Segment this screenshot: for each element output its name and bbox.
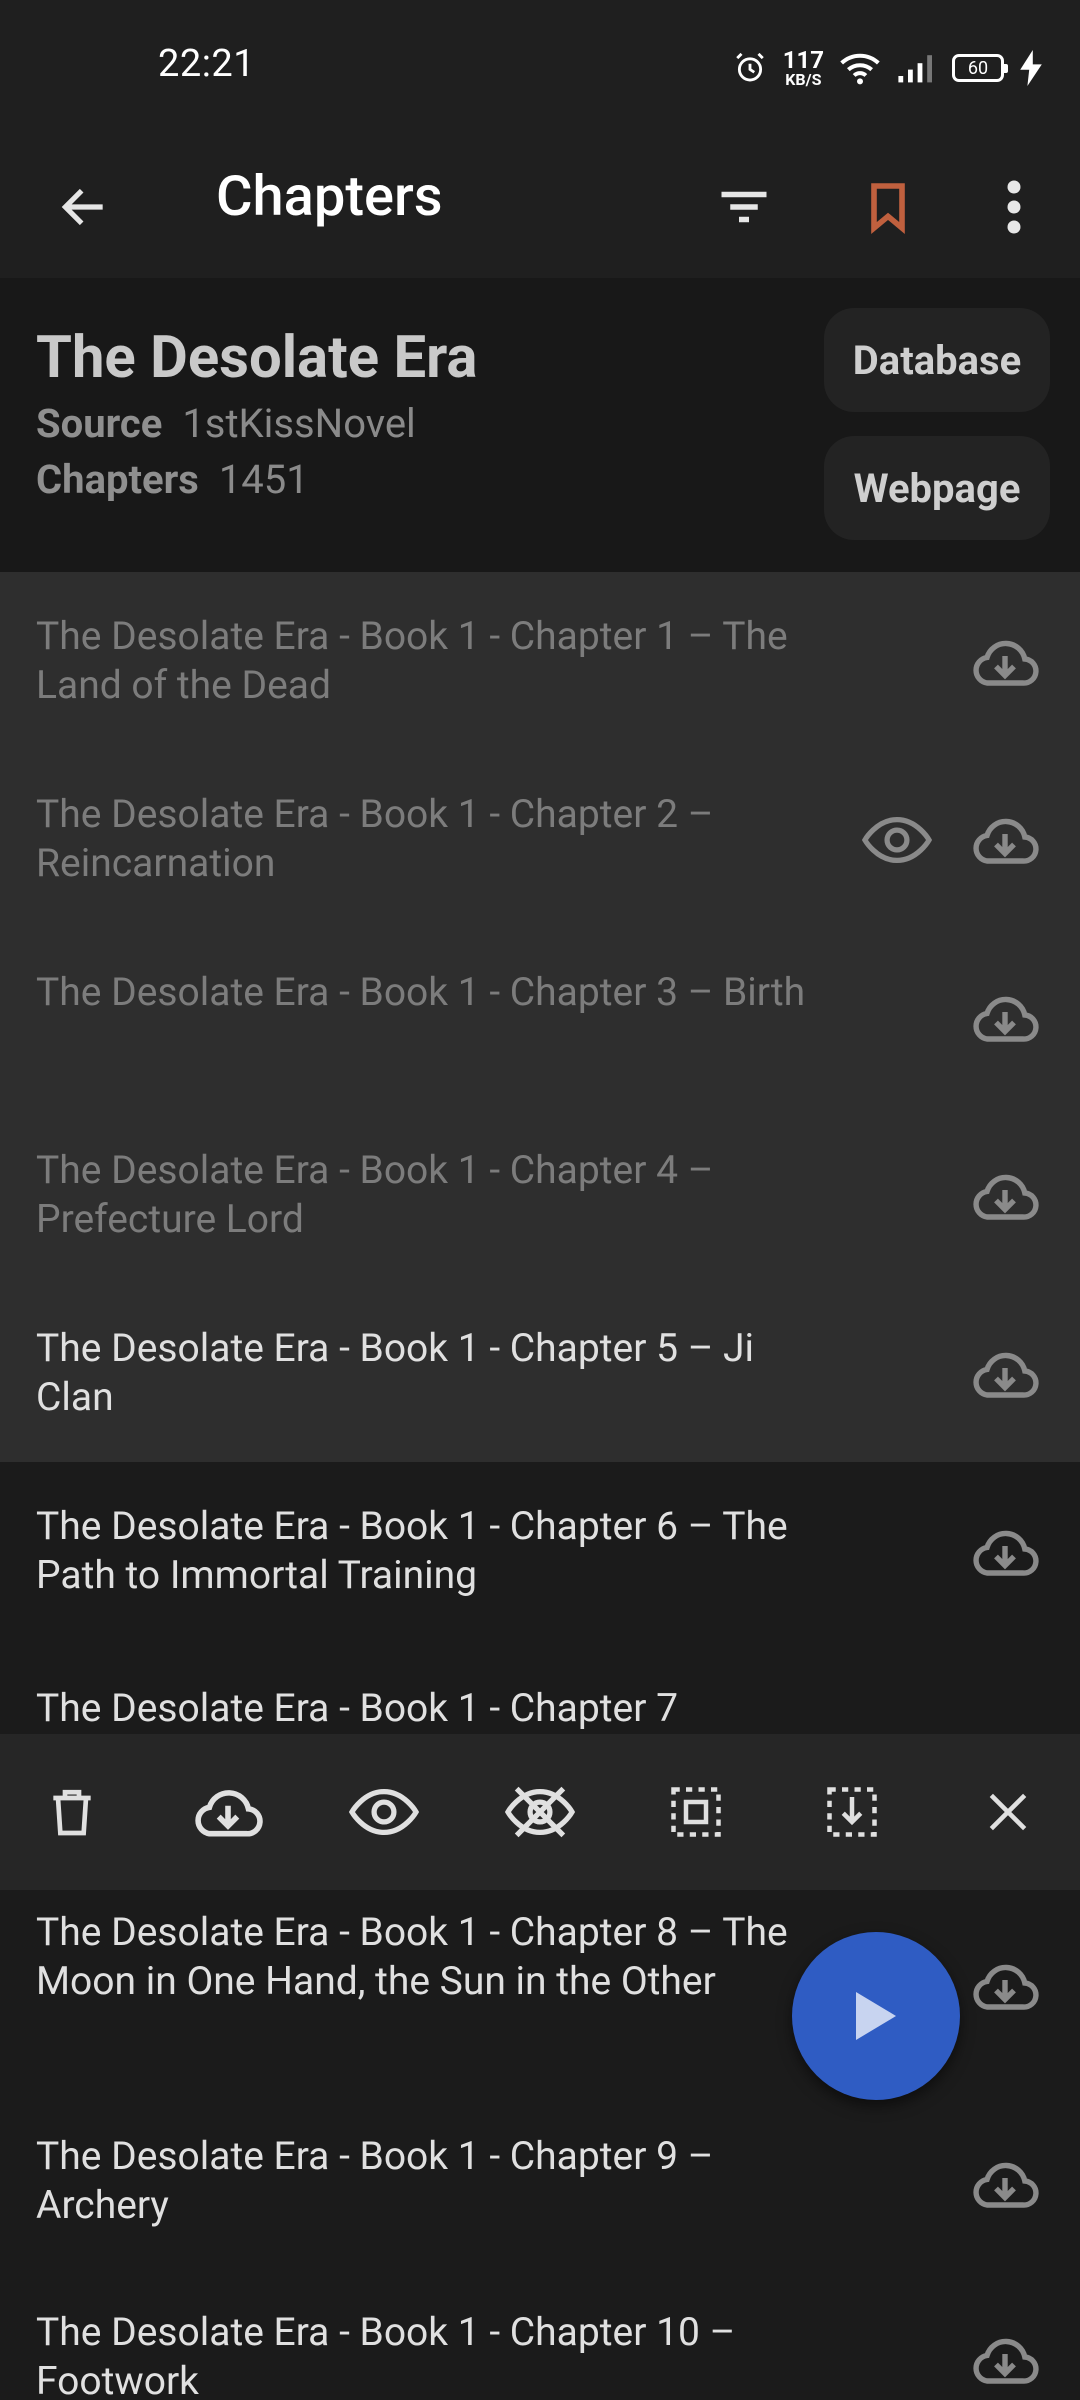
- chapter-title: The Desolate Era - Book 1 - Chapter 2 – …: [36, 791, 714, 886]
- close-icon: [989, 1793, 1027, 1831]
- chapter-title: The Desolate Era - Book 1 - Chapter 4 – …: [36, 1147, 714, 1242]
- alarm-icon: [735, 52, 764, 82]
- cloud-download-icon: [973, 1352, 1039, 1398]
- charging-icon: [1020, 50, 1042, 86]
- chapter-title: The Desolate Era - Book 1 - Chapter 6 – …: [36, 1503, 788, 1598]
- mark-read-button[interactable]: [340, 1768, 428, 1856]
- chapter-row[interactable]: The Desolate Era - Book 1 - Chapter 2 – …: [0, 750, 1080, 928]
- close-selection-button[interactable]: [964, 1768, 1052, 1856]
- cloud-download-icon: [973, 640, 1039, 686]
- source-info: Source 1stKissNovel: [36, 400, 416, 447]
- cloud-download-icon: [973, 2338, 1039, 2384]
- delete-button[interactable]: [28, 1768, 116, 1856]
- download-button[interactable]: [960, 1334, 1050, 1414]
- webpage-button[interactable]: Webpage: [824, 436, 1050, 540]
- chapter-title: The Desolate Era - Book 1 - Chapter 7: [36, 1685, 679, 1731]
- cloud-download-icon: [973, 1964, 1039, 2010]
- download-button[interactable]: [960, 2320, 1050, 2400]
- cloud-download-icon: [973, 1530, 1039, 1576]
- status-time: 22:21: [158, 42, 256, 86]
- chapter-title: The Desolate Era - Book 1 - Chapter 3 – …: [36, 969, 806, 1015]
- status-icons: 117 KB/S 60: [733, 46, 1042, 90]
- more-options-button[interactable]: [970, 163, 1058, 251]
- network-speed: 117 KB/S: [782, 46, 824, 89]
- download-button[interactable]: [960, 1156, 1050, 1236]
- arrow-left-icon: [61, 188, 103, 226]
- eye-off-icon: [505, 1786, 575, 1838]
- selection-action-bar: [0, 1734, 1080, 1890]
- signal-icon: [898, 55, 932, 83]
- novel-header: The Desolate Era Source 1stKissNovel Chap…: [0, 278, 1080, 572]
- chapter-row[interactable]: The Desolate Era - Book 1 - Chapter 1 – …: [0, 572, 1080, 750]
- cloud-download-icon: [973, 818, 1039, 864]
- filter-button[interactable]: [700, 163, 788, 251]
- cloud-download-icon: [973, 2162, 1039, 2208]
- select-all-button[interactable]: [652, 1768, 740, 1856]
- chapter-row[interactable]: The Desolate Era - Book 1 - Chapter 5 – …: [0, 1284, 1080, 1462]
- cloud-download-icon: [195, 1790, 263, 1837]
- play-fab[interactable]: [792, 1932, 960, 2100]
- chapter-row[interactable]: The Desolate Era - Book 1 - Chapter 10 –…: [0, 2280, 1080, 2400]
- chapter-row[interactable]: The Desolate Era - Book 1 - Chapter 7: [0, 1640, 1080, 1734]
- mark-unread-button[interactable]: [496, 1768, 584, 1856]
- chapter-title: The Desolate Era - Book 1 - Chapter 1 – …: [36, 613, 788, 708]
- play-icon: [856, 1992, 896, 2040]
- filter-icon: [721, 191, 767, 223]
- cloud-download-icon: [973, 996, 1039, 1042]
- wifi-icon: [840, 53, 880, 85]
- download-button[interactable]: [960, 622, 1050, 702]
- chapter-title: The Desolate Era - Book 1 - Chapter 5 – …: [36, 1325, 754, 1420]
- chapter-row[interactable]: The Desolate Era - Book 1 - Chapter 3 – …: [0, 928, 1080, 1106]
- chapter-title: The Desolate Era - Book 1 - Chapter 9 – …: [36, 2133, 714, 2228]
- database-button[interactable]: Database: [824, 308, 1050, 412]
- eye-icon: [862, 816, 932, 864]
- download-button[interactable]: [960, 1946, 1050, 2026]
- chapter-title: The Desolate Era - Book 1 - Chapter 10 –…: [36, 2309, 736, 2400]
- download-button[interactable]: [960, 1512, 1050, 1592]
- chapter-row[interactable]: The Desolate Era - Book 1 - Chapter 4 – …: [0, 1106, 1080, 1284]
- eye-icon: [349, 1788, 419, 1836]
- chapter-title: The Desolate Era - Book 1 - Chapter 8 – …: [36, 1909, 788, 2004]
- bookmark-button[interactable]: [844, 163, 932, 251]
- battery-indicator: 60: [952, 54, 1008, 82]
- page-title: Chapters: [216, 163, 443, 229]
- status-bar: 22:21 117 KB/S 60: [0, 0, 1080, 135]
- download-button[interactable]: [960, 2144, 1050, 2224]
- read-indicator[interactable]: [852, 800, 942, 880]
- back-button[interactable]: [40, 163, 128, 251]
- cloud-download-icon: [973, 1174, 1039, 1220]
- chapter-row[interactable]: The Desolate Era - Book 1 - Chapter 9 – …: [0, 2102, 1080, 2280]
- bookmark-icon: [871, 183, 905, 234]
- chapter-row[interactable]: The Desolate Era - Book 1 - Chapter 6 – …: [0, 1462, 1080, 1640]
- trash-icon: [53, 1789, 91, 1836]
- novel-title: The Desolate Era: [36, 324, 478, 392]
- select-below-button[interactable]: [808, 1768, 896, 1856]
- download-selected-button[interactable]: [184, 1768, 272, 1856]
- select-below-icon: [827, 1787, 877, 1837]
- select-all-icon: [671, 1787, 721, 1837]
- download-button[interactable]: [960, 978, 1050, 1058]
- chapters-count: Chapters 1451: [36, 456, 309, 503]
- more-vert-icon: [1007, 180, 1021, 234]
- app-bar: Chapters: [0, 135, 1080, 278]
- download-button[interactable]: [960, 800, 1050, 880]
